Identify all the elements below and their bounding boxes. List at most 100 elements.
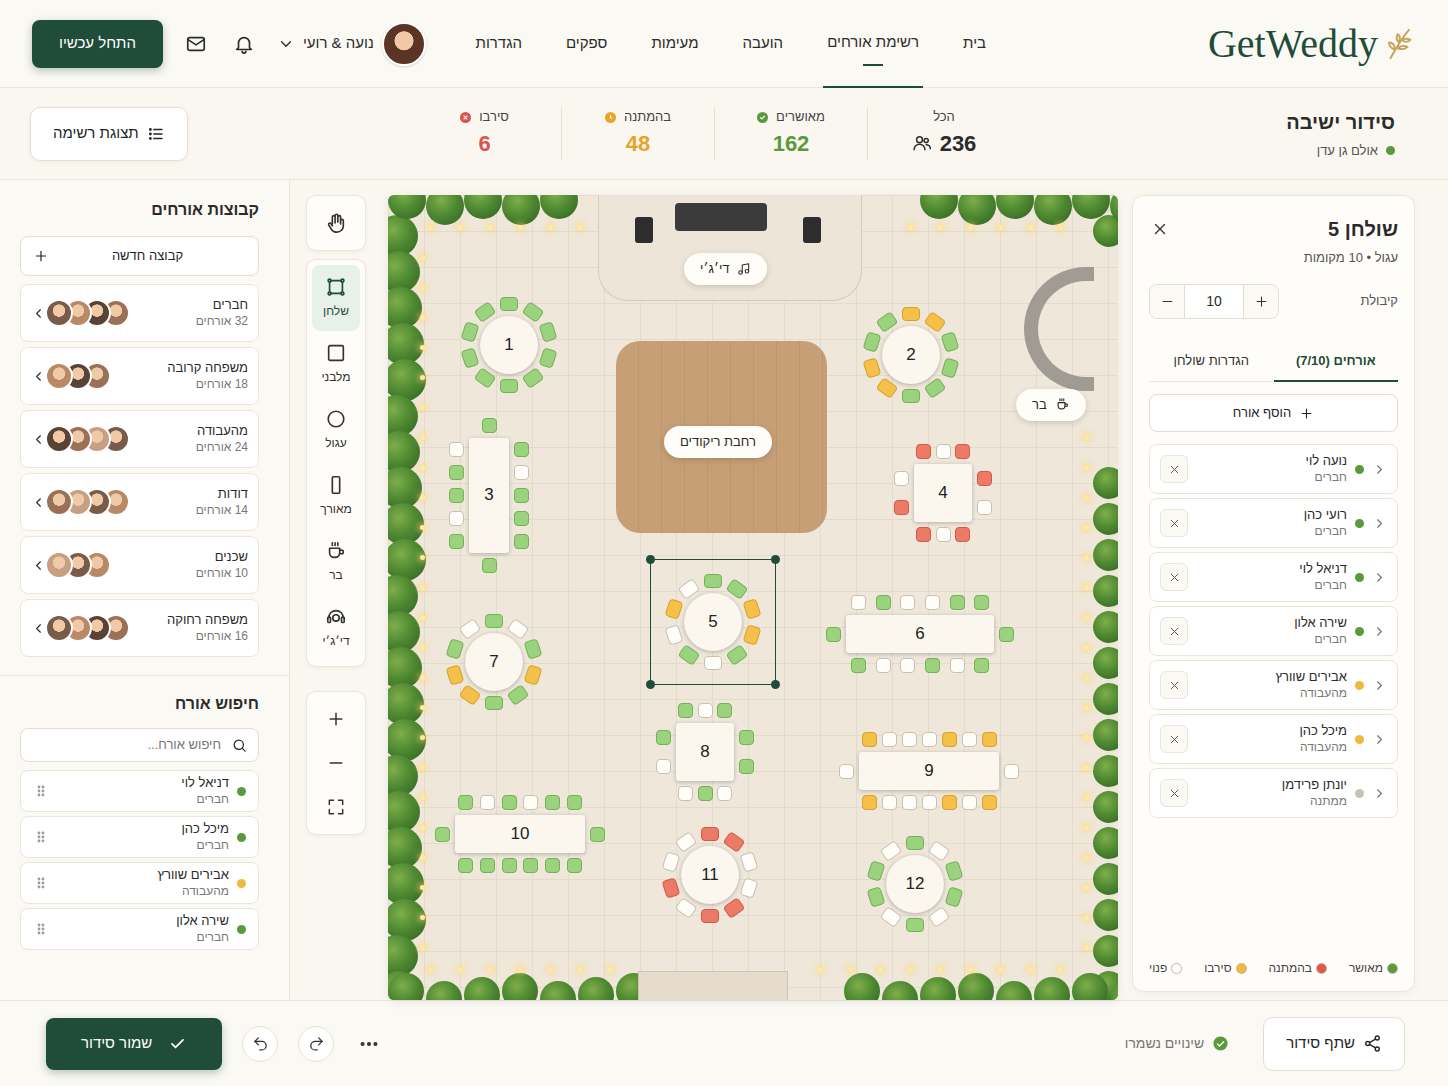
resize-handle[interactable] (771, 680, 780, 689)
seat[interactable] (522, 367, 545, 389)
seat[interactable] (717, 703, 732, 718)
seat[interactable] (482, 558, 497, 573)
seat[interactable] (480, 858, 495, 873)
seat[interactable] (880, 906, 903, 928)
guest-result[interactable]: דניאל לויחברים (20, 770, 259, 812)
seat[interactable] (567, 858, 582, 873)
group-row[interactable]: משפחה רחוקה16 אורחים (20, 599, 259, 657)
seat[interactable] (449, 442, 464, 457)
seat[interactable] (962, 732, 977, 747)
table-top[interactable]: 12 (886, 855, 944, 913)
seat[interactable] (514, 511, 529, 526)
seat[interactable] (449, 511, 464, 526)
seat[interactable] (924, 311, 947, 333)
group-row[interactable]: משפחה קרובה18 אורחים (20, 347, 259, 405)
guest-row[interactable]: מיכל כהןמהעבודה (1149, 714, 1398, 764)
remove-button[interactable] (1160, 725, 1188, 753)
seat[interactable] (507, 684, 530, 706)
start-button[interactable]: התחל עכשיו (32, 20, 163, 68)
seat[interactable] (743, 624, 762, 645)
seat[interactable] (876, 595, 891, 610)
seat[interactable] (839, 764, 854, 779)
nav-link[interactable]: הועבה (739, 0, 788, 88)
remove-button[interactable] (1160, 563, 1188, 591)
seat[interactable] (900, 658, 915, 673)
save-button[interactable]: שמור סידור (46, 1018, 222, 1070)
notifications-button[interactable] (229, 29, 259, 59)
seat[interactable] (851, 658, 866, 673)
seat[interactable] (941, 357, 960, 378)
seat[interactable] (726, 644, 749, 666)
seat[interactable] (675, 897, 698, 919)
seat[interactable] (743, 599, 762, 620)
seat[interactable] (522, 301, 545, 323)
seat[interactable] (656, 759, 671, 774)
remove-button[interactable] (1160, 779, 1188, 807)
seat[interactable] (567, 795, 582, 810)
seat[interactable] (662, 852, 681, 873)
tool[interactable]: בר (312, 529, 360, 595)
seat[interactable] (656, 730, 671, 745)
seat[interactable] (826, 627, 841, 642)
table-top[interactable]: 5 (684, 593, 742, 651)
increase-button[interactable] (1244, 285, 1278, 318)
seat[interactable] (924, 377, 947, 399)
seat[interactable] (925, 595, 940, 610)
floor-plan[interactable]: די׳ג׳יבררחבת ריקודים123456789101112 (388, 195, 1118, 1000)
seat[interactable] (500, 297, 518, 311)
decrease-button[interactable] (1150, 285, 1184, 318)
seat[interactable] (514, 442, 529, 457)
seat[interactable] (936, 444, 951, 459)
guest-result[interactable]: אבירים שוורץמהעבודה (20, 862, 259, 904)
seat[interactable] (698, 786, 713, 801)
seat[interactable] (916, 527, 931, 542)
seat[interactable] (723, 897, 746, 919)
seat[interactable] (524, 639, 543, 660)
tool[interactable]: עגול (312, 397, 360, 463)
seat[interactable] (524, 664, 543, 685)
tool[interactable]: שלחן (312, 265, 360, 331)
seat[interactable] (974, 595, 989, 610)
seat[interactable] (902, 795, 917, 810)
seat[interactable] (590, 827, 605, 842)
seat[interactable] (962, 795, 977, 810)
seat[interactable] (936, 527, 951, 542)
seat[interactable] (717, 786, 732, 801)
table-top[interactable]: 8 (676, 723, 734, 781)
seat[interactable] (902, 732, 917, 747)
dj-label[interactable]: די׳ג׳י (684, 253, 767, 285)
table-top[interactable]: 3 (469, 438, 509, 553)
group-row[interactable]: מהעבודה24 אורחים (20, 410, 259, 468)
seat[interactable] (507, 618, 530, 640)
seat[interactable] (999, 627, 1014, 642)
capacity-value[interactable]: 10 (1184, 285, 1244, 318)
seat[interactable] (902, 389, 920, 403)
table-top[interactable]: 9 (859, 752, 999, 790)
seat[interactable] (955, 444, 970, 459)
tab[interactable]: הגדרות שולחן (1149, 341, 1274, 383)
seat[interactable] (851, 595, 866, 610)
table-top[interactable]: 1 (480, 316, 538, 374)
table-top[interactable]: 11 (681, 846, 739, 904)
table-top[interactable]: 10 (455, 815, 585, 853)
seat[interactable] (482, 418, 497, 433)
resize-handle[interactable] (646, 680, 655, 689)
seat[interactable] (698, 703, 713, 718)
nav-link[interactable]: רשימת אורחים (823, 0, 923, 88)
remove-button[interactable] (1160, 671, 1188, 699)
table-top[interactable]: 2 (882, 326, 940, 384)
guest-result[interactable]: מיכל כהןחברים (20, 816, 259, 858)
seat[interactable] (739, 759, 754, 774)
seat[interactable] (701, 827, 719, 841)
seat[interactable] (942, 732, 957, 747)
seat[interactable] (950, 658, 965, 673)
seat[interactable] (458, 858, 473, 873)
seat[interactable] (922, 732, 937, 747)
seat[interactable] (876, 377, 899, 399)
list-view-button[interactable]: תצוגת רשימה (30, 107, 188, 161)
seat[interactable] (704, 656, 722, 670)
seat[interactable] (894, 471, 909, 486)
seat[interactable] (523, 795, 538, 810)
logo[interactable]: GetWeddy (1220, 24, 1416, 64)
seat[interactable] (545, 858, 560, 873)
